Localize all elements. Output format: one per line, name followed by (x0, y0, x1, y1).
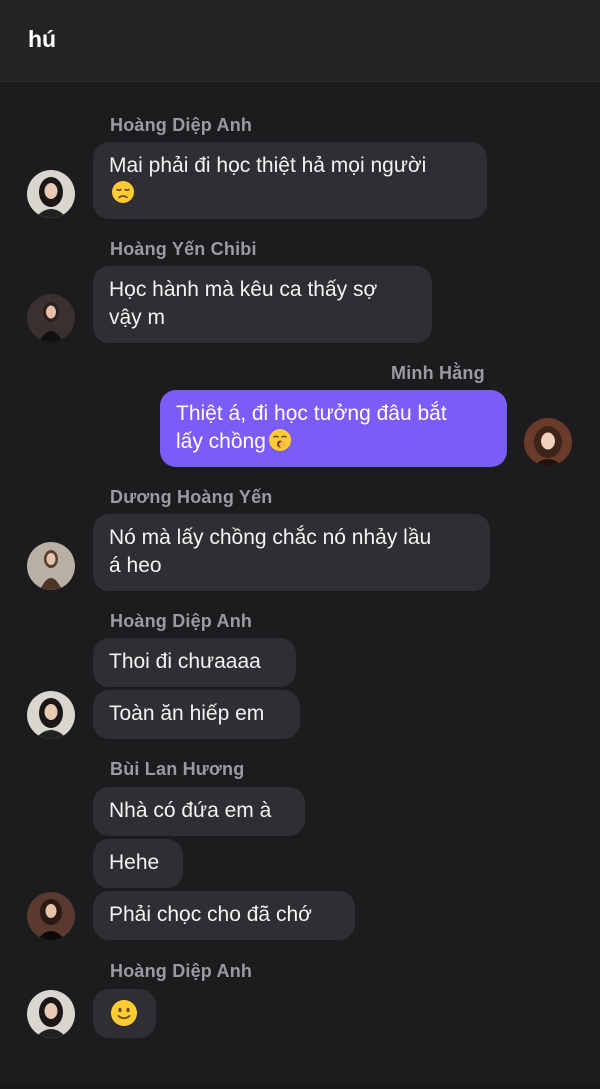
message-text: Thoi đi chưaaaa (109, 650, 261, 673)
message-text: vậy m (109, 306, 166, 329)
slightly-smiling-face-icon (110, 999, 138, 1027)
yawning-face-icon (268, 428, 292, 452)
message-text: Mai phải đi học thiệt hả mọi người (109, 154, 427, 177)
message-bubble[interactable]: Mai phải đi học thiệt hả mọi người (93, 142, 487, 219)
chat-title[interactable]: hú (28, 26, 56, 53)
avatar[interactable] (524, 418, 572, 466)
message-text: Nó mà lấy chồng chắc nó nhảy lầu (109, 526, 432, 549)
sender-name: Hoàng Diệp Anh (110, 961, 253, 981)
message-text: Học hành mà kêu ca thấy sợ (109, 278, 378, 301)
sender-name: Dương Hoàng Yến (110, 487, 273, 507)
message-bubble[interactable]: Phải chọc cho đã chớ (93, 891, 355, 940)
disappointed-face-icon (111, 180, 135, 204)
avatar[interactable] (27, 892, 75, 940)
message-bubble[interactable] (93, 989, 156, 1038)
avatar[interactable] (27, 990, 75, 1038)
message-text: Phải chọc cho đã chớ (109, 903, 312, 926)
message-bubble[interactable]: Toàn ăn hiếp em (93, 690, 300, 739)
message-bubble-outgoing[interactable]: Thiệt á, đi học tưởng đâu bắt lấy chồng (160, 390, 507, 467)
avatar[interactable] (27, 294, 75, 342)
message-bubble[interactable]: Nó mà lấy chồng chắc nó nhảy lầu á heo (93, 514, 490, 591)
avatar[interactable] (27, 170, 75, 218)
message-text: Hehe (109, 851, 160, 874)
bottom-divider (0, 1083, 600, 1089)
sender-name: Minh Hằng (391, 363, 485, 383)
sender-name: Hoàng Diệp Anh (110, 115, 253, 135)
message-bubble[interactable]: Thoi đi chưaaaa (93, 638, 296, 687)
message-bubble[interactable]: Học hành mà kêu ca thấy sợ vậy m (93, 266, 432, 343)
message-text: lấy chồng (176, 430, 266, 453)
chat-header: hú (0, 0, 600, 82)
message-bubble[interactable]: Hehe (93, 839, 183, 888)
avatar[interactable] (27, 542, 75, 590)
message-text: Thiệt á, đi học tưởng đâu bắt (176, 402, 447, 425)
avatar[interactable] (27, 691, 75, 739)
message-text: Nhà có đứa em à (109, 799, 272, 822)
message-text: á heo (109, 554, 162, 577)
sender-name: Hoàng Diệp Anh (110, 611, 253, 631)
sender-name: Hoàng Yến Chibi (110, 239, 257, 259)
message-bubble[interactable]: Nhà có đứa em à (93, 787, 305, 836)
message-text: Toàn ăn hiếp em (109, 702, 265, 725)
sender-name: Bùi Lan Hương (110, 759, 245, 779)
